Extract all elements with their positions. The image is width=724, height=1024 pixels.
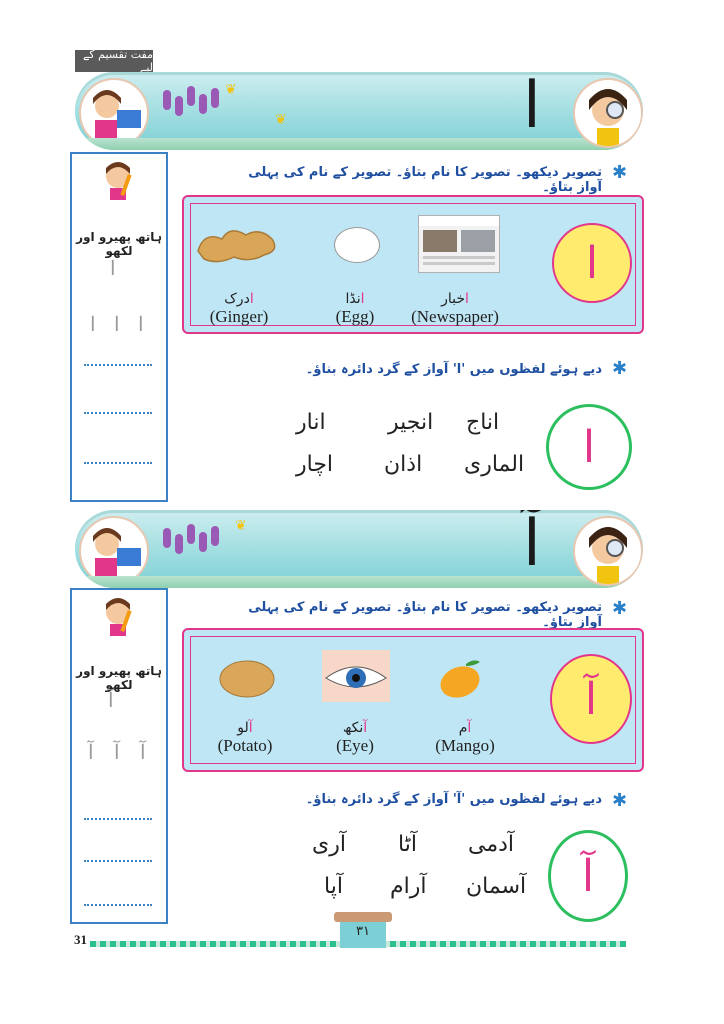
trace-letter: آ — [114, 740, 120, 764]
ring-letter: ا — [582, 421, 596, 473]
bullet-star-icon: ✱ — [612, 790, 628, 811]
butterfly-icon: ❦ — [275, 112, 287, 128]
butterfly-icon: ❦ — [235, 518, 247, 534]
trace-letter: آ — [88, 740, 94, 764]
circle-word[interactable]: انار — [296, 410, 326, 435]
writing-line[interactable] — [84, 364, 152, 366]
section2-banner: ❦ آ — [75, 510, 643, 588]
trace-letter: ا — [114, 312, 120, 336]
writing-line[interactable] — [84, 462, 152, 464]
circle-letter-ring: آ — [548, 830, 628, 922]
panel-letter: آ — [584, 673, 598, 725]
writing-line[interactable] — [84, 860, 152, 862]
instruction-circle: دیے ہوئے لفظوں میں 'ا' آواز کے گرد دائرہ… — [305, 362, 602, 377]
page-number: 31 — [74, 932, 87, 947]
mango-image — [436, 658, 484, 700]
item-potato: آلو (Potato) — [217, 720, 273, 755]
bullet-star-icon: ✱ — [612, 358, 628, 379]
trace-letter-large: آ — [108, 688, 114, 712]
circle-word[interactable]: آپا — [324, 874, 343, 899]
girl-pencil-icon — [100, 596, 136, 636]
circle-word[interactable]: آرام — [390, 874, 426, 899]
circle-word[interactable]: آدمی — [468, 832, 514, 857]
trace-letter: ا — [90, 312, 96, 336]
girl-pencil-icon — [100, 160, 136, 200]
page-number-urdu: ۳۱ — [356, 924, 370, 939]
writing-line[interactable] — [84, 818, 152, 820]
circle-word[interactable]: آری — [312, 832, 346, 857]
ring-letter: آ — [581, 850, 595, 902]
item-eye: آنکھ (Eye) — [336, 720, 374, 755]
egg-image — [334, 227, 380, 263]
circle-word[interactable]: آسمان — [466, 874, 526, 899]
item-ginger: ادرک (Ginger) — [209, 291, 269, 326]
item-mango: آم (Mango) — [435, 720, 495, 755]
circle-letter-ring: ا — [546, 404, 632, 490]
circle-word[interactable]: انجیر — [388, 410, 433, 435]
banner-letter: آ — [523, 510, 541, 581]
trace-and-write-label: ہاتھ پھیرو اور لکھو — [76, 664, 162, 692]
newspaper-image — [418, 215, 500, 273]
panel-letter: ا — [585, 237, 599, 289]
section2-picture-panel: آ آم (Mango) آنکھ (Eye) آلو (Potato) — [182, 628, 644, 772]
girl-magnifier-avatar — [573, 516, 643, 586]
bullet-star-icon: ✱ — [612, 162, 628, 183]
banner-letter: ا — [523, 72, 541, 143]
panel-letter-circle: آ — [550, 654, 632, 744]
page-number-house: ۳۱ — [334, 912, 392, 948]
trace-and-write-label: ہاتھ پھیرو اور لکھو — [76, 230, 162, 258]
instruction-circle: دیے ہوئے لفظوں میں 'آ' آواز کے گرد دائرہ… — [305, 792, 602, 807]
circle-word[interactable]: اذان — [384, 452, 422, 477]
section1-banner: ❦ ❦ ا — [75, 72, 643, 150]
bullet-star-icon: ✱ — [612, 598, 628, 619]
item-newspaper: اخبار (Newspaper) — [411, 291, 499, 326]
butterfly-icon: ❦ — [225, 82, 237, 98]
trace-letter: ا — [138, 312, 144, 336]
circle-word[interactable]: اناج — [466, 410, 499, 435]
instruction-picture: تصویر دیکھو۔ تصویر کا نام بتاؤ۔ تصویر کے… — [248, 600, 602, 630]
girl-magnifier-avatar — [573, 78, 643, 148]
panel-letter-circle: ا — [552, 223, 632, 303]
free-distribution-tag: مفت تقسیم کے لیے — [75, 48, 153, 74]
instruction-picture: تصویر دیکھو۔ تصویر کا نام بتاؤ۔ تصویر کے… — [248, 165, 602, 195]
trace-letter: آ — [140, 740, 146, 764]
item-egg: انڈا (Egg) — [335, 291, 375, 326]
ginger-image — [194, 221, 280, 265]
eye-image — [322, 650, 390, 702]
circle-word[interactable]: اچار — [296, 452, 333, 477]
section2-tracing-box: ہاتھ پھیرو اور لکھو آ آ آ آ — [70, 588, 168, 924]
potato-image — [218, 658, 276, 700]
section1-tracing-box: ہاتھ پھیرو اور لکھو ا ا ا ا — [70, 152, 168, 502]
section1-picture-panel: ا اخبار (Newspaper) انڈا (Egg) ادرک (Gin… — [182, 195, 644, 334]
trace-letter-large: ا — [110, 256, 116, 280]
writing-line[interactable] — [84, 412, 152, 414]
circle-word[interactable]: آٹا — [398, 832, 417, 857]
circle-word[interactable]: الماری — [464, 452, 524, 477]
writing-line[interactable] — [84, 904, 152, 906]
